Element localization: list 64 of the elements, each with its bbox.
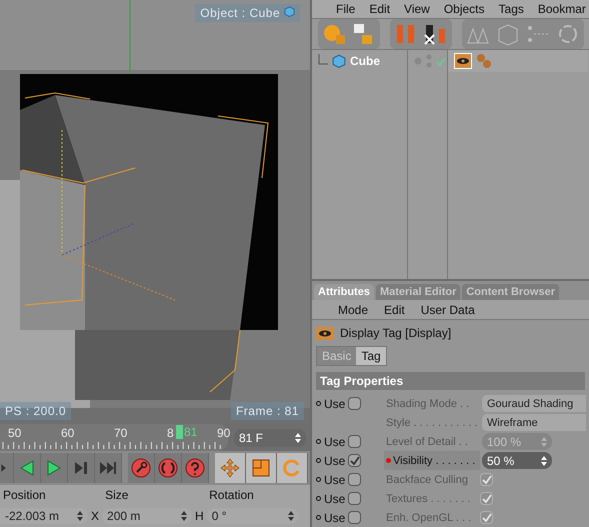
scale-icon[interactable] [251, 458, 271, 478]
property-label: Textures . . . . . . . [385, 492, 472, 506]
use-label: Use [324, 510, 346, 524]
property-label: Style . . . . . . . . . . . [385, 416, 479, 430]
object-label: Object : Cube [195, 4, 300, 22]
frame-tick-label: 60 [61, 426, 74, 440]
use-label: Use [324, 434, 346, 448]
tag-title: Display Tag [Display] [340, 326, 452, 340]
spinner-arrows-icon[interactable] [541, 456, 547, 466]
column-header: Size [105, 488, 128, 502]
section-header: Tag Properties [316, 372, 585, 390]
subtab[interactable]: Tag [356, 347, 386, 365]
use-label: Use [324, 472, 346, 486]
use-checkbox[interactable] [348, 454, 362, 467]
property-label: Visibility . . . . . . . [384, 451, 480, 470]
spinner-arrows-icon[interactable] [288, 511, 294, 522]
eye-tag-icon[interactable] [454, 53, 472, 69]
fps-label: PS : 200.0 [0, 402, 72, 420]
use-label: Use [324, 454, 346, 468]
timeline-ruler[interactable]: 50 60 70 8 81 90 [0, 424, 228, 452]
check-icon[interactable] [436, 56, 446, 66]
property-label: Level of Detail . . [385, 434, 469, 450]
column-header: Rotation [209, 488, 254, 502]
coordinate-field[interactable]: 200 m [102, 508, 192, 524]
use-label: Use [324, 492, 346, 506]
axis-label: X [91, 509, 100, 524]
eye-tag-icon [316, 326, 334, 340]
property-label: Shading Mode . . [385, 396, 470, 412]
frame-label: Frame : 81 [230, 402, 304, 420]
column-header: Position [3, 488, 46, 502]
key-icon[interactable] [131, 458, 151, 478]
coordinate-field[interactable]: 0 ° [206, 508, 299, 524]
record-icon[interactable] [158, 458, 178, 478]
dropdown-field[interactable]: Gouraud Shading [482, 395, 586, 412]
number-field[interactable]: 50 % [482, 452, 552, 469]
frame-tick-label: 70 [114, 426, 128, 440]
menu-item[interactable]: Edit [369, 2, 390, 16]
menu-item[interactable]: File [336, 2, 356, 16]
frame-tick-label: 8 [167, 426, 174, 440]
menu-item[interactable]: Objects [444, 2, 485, 16]
frame-tick-label: 50 [8, 426, 22, 440]
menu-item[interactable]: Edit [384, 302, 405, 316]
property-label: Backface Culling [385, 472, 469, 488]
material-spheres-icon[interactable] [476, 53, 492, 69]
property-label: Enh. OpenGL . . . [385, 510, 472, 526]
use-checkbox[interactable] [348, 397, 362, 410]
spinner-arrows-icon[interactable] [77, 511, 83, 522]
menu-item[interactable]: Mode [338, 302, 368, 316]
cube-icon [332, 54, 346, 68]
move-icon[interactable] [220, 458, 240, 478]
axis-label: H [195, 509, 204, 524]
coordinate-field[interactable]: -22.003 m [0, 508, 88, 524]
menu-item[interactable]: User Data [420, 302, 475, 316]
frame-tick-label: 90 [217, 426, 230, 440]
spinner-arrows-icon[interactable] [295, 432, 301, 443]
menu-item[interactable]: Bookmar [538, 2, 586, 16]
use-label: Use [324, 396, 346, 410]
cube-icon [284, 6, 295, 17]
dropdown-field[interactable]: Wireframe [482, 414, 586, 431]
menu-item[interactable]: Tags [498, 2, 524, 16]
help-icon[interactable] [185, 458, 205, 478]
menu-item[interactable]: View [404, 2, 430, 16]
spinner-arrows-icon[interactable] [181, 511, 188, 522]
frame-field[interactable]: 81 F [234, 428, 306, 447]
